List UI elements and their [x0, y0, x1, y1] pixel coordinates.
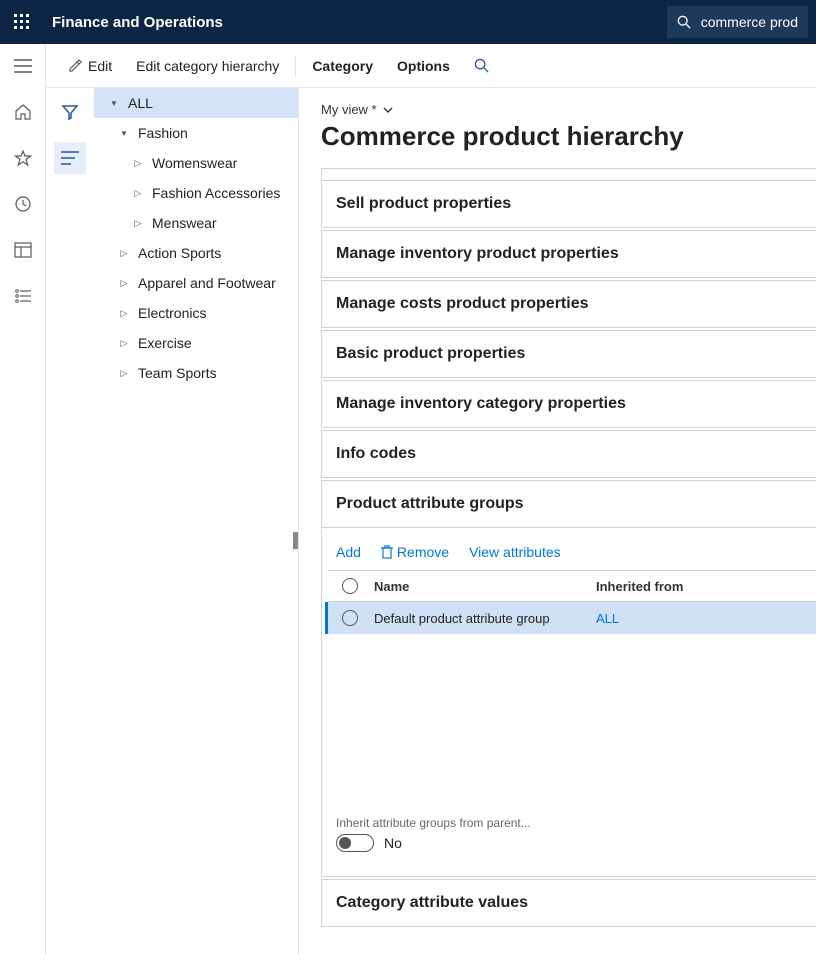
- section-sell-properties[interactable]: Sell product properties: [321, 180, 816, 228]
- tree-node-womenswear[interactable]: Womenswear: [94, 148, 298, 178]
- edit-label: Edit: [88, 58, 112, 74]
- tree-node-label: Electronics: [138, 305, 206, 321]
- trash-icon: [381, 545, 393, 559]
- tree-node-label: Apparel and Footwear: [138, 275, 276, 291]
- chevron-right-icon[interactable]: [132, 218, 144, 229]
- app-launcher-icon[interactable]: [0, 0, 44, 44]
- section-category-attribute-values[interactable]: Category attribute values: [321, 879, 816, 927]
- list-lines-icon[interactable]: [54, 142, 86, 174]
- remove-label: Remove: [397, 544, 449, 560]
- tree-node-label: Action Sports: [138, 245, 221, 261]
- chevron-down-icon: [383, 106, 393, 114]
- edit-hierarchy-label: Edit category hierarchy: [136, 58, 279, 74]
- product-attribute-groups-body: Add Remove View attributes Name: [321, 530, 816, 877]
- chevron-down-icon[interactable]: [108, 98, 120, 109]
- section-inventory-product[interactable]: Manage inventory product properties: [321, 230, 816, 278]
- toolbar-separator: [295, 55, 296, 77]
- tree-node-label: Fashion: [138, 125, 188, 141]
- attribute-groups-grid: Name Inherited from Default product attr…: [328, 570, 816, 802]
- tree-node-electronics[interactable]: Electronics: [94, 298, 298, 328]
- home-icon[interactable]: [11, 100, 35, 124]
- page-title: Commerce product hierarchy: [321, 121, 816, 152]
- global-search-input[interactable]: commerce prod: [667, 6, 808, 38]
- category-label: Category: [312, 58, 373, 74]
- inherit-toggle-value: No: [384, 835, 402, 851]
- section-info-codes[interactable]: Info codes: [321, 430, 816, 478]
- action-toolbar: Edit Edit category hierarchy Category Op…: [46, 44, 816, 88]
- options-label: Options: [397, 58, 450, 74]
- favorites-icon[interactable]: [11, 146, 35, 170]
- edit-button[interactable]: Edit: [58, 52, 122, 80]
- options-tab[interactable]: Options: [387, 52, 460, 80]
- column-inherited[interactable]: Inherited from: [594, 579, 816, 594]
- filter-icon[interactable]: [54, 96, 86, 128]
- tree-node-label: Fashion Accessories: [152, 185, 280, 201]
- row-checkbox[interactable]: [328, 610, 372, 626]
- tree-node-label: Team Sports: [138, 365, 217, 381]
- category-tree: ALL Fashion Womenswear Fashion Accessori…: [94, 88, 299, 954]
- row-name: Default product attribute group: [372, 611, 594, 626]
- row-inherited-link[interactable]: ALL: [594, 611, 816, 626]
- column-name[interactable]: Name: [372, 579, 594, 594]
- search-text: commerce prod: [701, 14, 798, 30]
- tree-node-label: Exercise: [138, 335, 192, 351]
- grid-empty-space: [328, 634, 816, 802]
- chevron-right-icon[interactable]: [118, 368, 130, 379]
- tree-node-menswear[interactable]: Menswear: [94, 208, 298, 238]
- category-tab[interactable]: Category: [302, 52, 383, 80]
- tree-node-action-sports[interactable]: Action Sports: [94, 238, 298, 268]
- grid-row[interactable]: Default product attribute group ALL: [325, 602, 816, 634]
- add-button[interactable]: Add: [336, 544, 361, 560]
- tree-node-label: Womenswear: [152, 155, 237, 171]
- inherit-toggle-label: Inherit attribute groups from parent...: [322, 802, 816, 834]
- toolbar-search-icon[interactable]: [464, 52, 499, 79]
- modules-icon[interactable]: [11, 284, 35, 308]
- recent-icon[interactable]: [11, 192, 35, 216]
- left-rail: [0, 44, 46, 954]
- tree-node-fashion-accessories[interactable]: Fashion Accessories: [94, 178, 298, 208]
- chevron-right-icon[interactable]: [118, 308, 130, 319]
- chevron-right-icon[interactable]: [132, 188, 144, 199]
- chevron-right-icon[interactable]: [118, 278, 130, 289]
- tree-node-fashion[interactable]: Fashion: [94, 118, 298, 148]
- tree-node-label: Menswear: [152, 215, 217, 231]
- top-navbar: Finance and Operations commerce prod: [0, 0, 816, 44]
- section-basic-properties[interactable]: Basic product properties: [321, 330, 816, 378]
- inherit-toggle[interactable]: [336, 834, 374, 852]
- main-content: My view * Commerce product hierarchy Sel…: [299, 88, 816, 954]
- view-selector[interactable]: My view *: [321, 102, 816, 117]
- edit-hierarchy-button[interactable]: Edit category hierarchy: [126, 52, 289, 80]
- section-strip: [321, 168, 816, 178]
- chevron-right-icon[interactable]: [118, 248, 130, 259]
- chevron-down-icon[interactable]: [118, 128, 130, 139]
- chevron-right-icon[interactable]: [132, 158, 144, 169]
- tree-node-apparel-footwear[interactable]: Apparel and Footwear: [94, 268, 298, 298]
- app-title: Finance and Operations: [44, 14, 223, 31]
- tree-node-team-sports[interactable]: Team Sports: [94, 358, 298, 388]
- view-attributes-button[interactable]: View attributes: [469, 544, 561, 560]
- splitter-handle[interactable]: ▌: [292, 528, 304, 552]
- tree-node-all[interactable]: ALL: [94, 88, 298, 118]
- tree-node-label: ALL: [128, 95, 153, 111]
- tree-node-exercise[interactable]: Exercise: [94, 328, 298, 358]
- section-product-attribute-groups[interactable]: Product attribute groups: [321, 480, 816, 528]
- remove-button[interactable]: Remove: [381, 544, 449, 560]
- grid-header: Name Inherited from: [328, 570, 816, 602]
- view-label: My view *: [321, 102, 377, 117]
- section-inventory-category[interactable]: Manage inventory category properties: [321, 380, 816, 428]
- hamburger-icon[interactable]: [11, 54, 35, 78]
- chevron-right-icon[interactable]: [118, 338, 130, 349]
- section-costs[interactable]: Manage costs product properties: [321, 280, 816, 328]
- tree-tools: [46, 88, 94, 954]
- workspaces-icon[interactable]: [11, 238, 35, 262]
- select-all-checkbox[interactable]: [328, 578, 372, 594]
